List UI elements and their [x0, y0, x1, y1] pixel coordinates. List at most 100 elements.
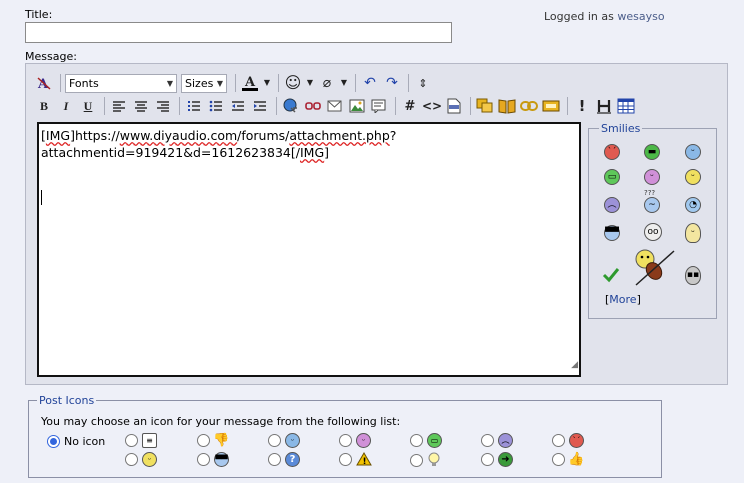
heading-icon[interactable] [594, 96, 614, 116]
post-icon-radio[interactable] [552, 434, 565, 447]
align-center-icon[interactable] [131, 96, 151, 116]
sick-smiley-icon[interactable]: ▬ [644, 144, 660, 160]
post-icon-option[interactable]: 👎 [197, 433, 230, 448]
post-icon-radio[interactable] [197, 434, 210, 447]
post-icon-radio-none[interactable] [47, 435, 60, 448]
post-icon-radio[interactable] [410, 453, 423, 467]
toolbar-separator [395, 97, 396, 115]
more-smilies-link[interactable]: More [609, 293, 636, 306]
toolbar-row-1: A Fonts ▼ Sizes ▼ A ▼ ☺ ▼ ⌀ ▼ ↶ ↷ ⇕ [34, 73, 435, 93]
remove-format-icon[interactable]: A [34, 73, 54, 93]
post-icon-option[interactable]: ︵ [481, 433, 513, 448]
post-icon-option[interactable]: ˋˊ [552, 433, 584, 448]
old-man-smiley-icon[interactable]: ▪▪ [685, 266, 701, 285]
toolbar-row-2: B I U # <> ! [34, 96, 638, 116]
table-icon[interactable] [616, 96, 636, 116]
message-textarea[interactable]: [IMG]https://www.diyaudio.com/forums/att… [37, 122, 581, 377]
chevron-down-icon[interactable]: ▼ [262, 73, 272, 93]
remove-link-icon[interactable] [303, 96, 323, 116]
message-text-2: IMG [45, 128, 71, 143]
fonts-select[interactable]: Fonts ▼ [65, 73, 177, 93]
post-icon-option[interactable]: ≡ [125, 433, 157, 448]
chain-link-icon[interactable] [519, 96, 539, 116]
violin-smiley-icon[interactable] [632, 247, 676, 290]
logged-in-username[interactable]: wesayso [617, 10, 664, 23]
post-icon-radio[interactable] [481, 434, 494, 447]
post-icon-option[interactable]: ▭ [410, 433, 442, 448]
hash-button[interactable]: # [400, 96, 420, 116]
book-icon[interactable] [497, 96, 517, 116]
exclamation-icon[interactable]: ! [572, 96, 592, 116]
title-input[interactable] [25, 22, 452, 43]
cool-smiley-icon[interactable]: ▀▀ [604, 225, 620, 241]
italic-button[interactable]: I [56, 96, 76, 116]
rolleyes-smiley-icon[interactable]: ◔ [685, 197, 701, 213]
resize-editor-icon[interactable]: ⇕ [413, 73, 433, 93]
post-icon-radio[interactable] [481, 453, 494, 466]
insert-link-icon[interactable] [281, 96, 301, 116]
chevron-down-icon: ▼ [216, 78, 223, 88]
post-icon-option[interactable]: 👍 [552, 452, 585, 467]
cool-smiley-icon: ▀▀ [214, 452, 229, 467]
sizes-select[interactable]: Sizes ▼ [181, 73, 227, 93]
font-color-icon[interactable]: A [240, 73, 260, 93]
post-icon-option-none[interactable]: No icon [47, 435, 105, 448]
highlight-icon[interactable] [541, 96, 561, 116]
post-icon-option[interactable]: ? [268, 452, 300, 467]
post-icon-radio[interactable] [268, 434, 281, 447]
wink-smiley-icon[interactable]: ᵕ [685, 144, 701, 160]
toolbar-separator [104, 97, 105, 115]
insert-smilie-icon[interactable]: ☺ [283, 73, 303, 93]
post-icon-option[interactable]: ! [339, 452, 372, 466]
confused-smiley-icon[interactable]: ~ [644, 197, 660, 213]
fonts-select-label: Fonts [69, 76, 99, 90]
post-icon-radio[interactable] [552, 453, 565, 466]
checkmark-smiley-icon[interactable] [602, 267, 620, 286]
insert-image-icon[interactable] [347, 96, 367, 116]
post-icon-option[interactable]: ᵕ [339, 433, 371, 448]
toolbar-separator [60, 74, 61, 92]
code-button[interactable]: <> [422, 96, 442, 116]
resize-grip-icon[interactable]: ◢ [571, 357, 578, 374]
underline-button[interactable]: U [78, 96, 98, 116]
post-icon-option[interactable]: ▀▀ [197, 452, 229, 467]
redo-icon[interactable]: ↷ [382, 73, 402, 93]
bald-smiley-icon[interactable]: ᵕ [685, 223, 701, 243]
post-icon-option[interactable] [410, 452, 441, 468]
quote-icon[interactable] [369, 96, 389, 116]
post-icon-radio[interactable] [268, 453, 281, 466]
frown-smiley-icon[interactable]: ︵ [604, 197, 620, 213]
grin-smiley-icon[interactable]: ▭ [604, 169, 620, 185]
bold-button[interactable]: B [34, 96, 54, 116]
grin-smiley-icon: ▭ [427, 433, 442, 448]
smilies-legend: Smilies [599, 122, 643, 135]
chevron-down-icon[interactable]: ▼ [339, 73, 349, 93]
post-icon-radio[interactable] [339, 434, 352, 447]
tongue-smiley-icon[interactable]: ᵕ [644, 169, 660, 185]
numbered-list-icon[interactable] [184, 96, 204, 116]
align-right-icon[interactable] [153, 96, 173, 116]
align-left-icon[interactable] [109, 96, 129, 116]
php-code-icon[interactable] [444, 96, 464, 116]
tongue-smiley-icon: ᵕ [356, 433, 371, 448]
bullet-list-icon[interactable] [206, 96, 226, 116]
chevron-down-icon: ▼ [166, 78, 173, 88]
post-icon-option[interactable]: ᵕ [268, 433, 300, 448]
post-icon-option[interactable]: ᵕ [125, 452, 157, 467]
post-icon-radio[interactable] [339, 452, 352, 466]
undo-icon[interactable]: ↶ [360, 73, 380, 93]
attachment-icon[interactable]: ⌀ [317, 73, 337, 93]
outdent-icon[interactable] [228, 96, 248, 116]
post-icon-radio[interactable] [125, 434, 138, 447]
post-icon-radio[interactable] [197, 453, 210, 466]
post-icon-option[interactable]: ➜ [481, 452, 513, 467]
post-icon-radio[interactable] [125, 453, 138, 466]
smile-smiley-icon[interactable]: ᵕ [685, 169, 701, 185]
post-icon-radio[interactable] [410, 434, 423, 447]
email-link-icon[interactable] [325, 96, 345, 116]
eek-smiley-icon[interactable]: oo [644, 223, 662, 241]
indent-icon[interactable] [250, 96, 270, 116]
chevron-down-icon[interactable]: ▼ [305, 73, 315, 93]
multi-quote-icon[interactable] [475, 96, 495, 116]
mad-smiley-icon[interactable]: ˋˊ [604, 144, 620, 160]
